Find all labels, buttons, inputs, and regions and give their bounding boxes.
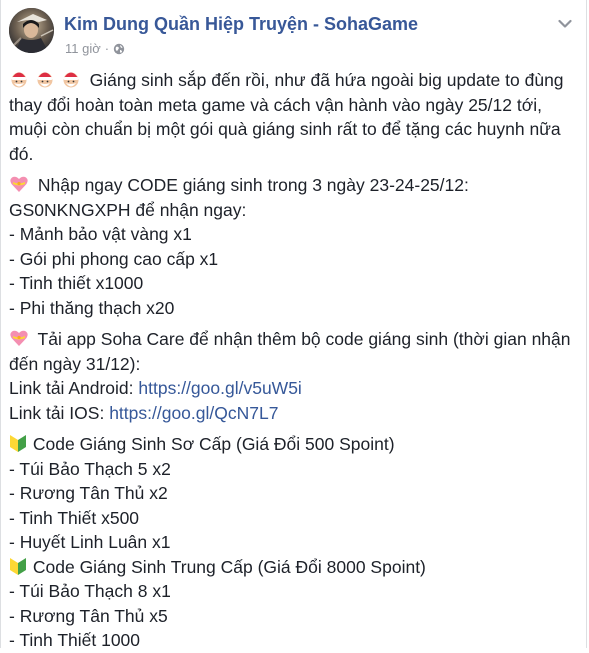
tier-title-text: Code Giáng Sinh Trung Cấp (Giá Đổi 8000 … [32, 556, 426, 577]
code-section-heading: Nhập ngay CODE giáng sinh trong 3 ngày 2… [9, 173, 579, 198]
app-heading-continued: đến ngày 31/12): [9, 353, 141, 374]
tier-item: - Tinh Thiết x500 [9, 507, 140, 528]
tier-item: - Túi Bảo Thạch 5 x2 [9, 458, 171, 479]
intro-line: thay đổi hoàn toàn meta game và cách vận… [9, 94, 542, 115]
heart-ribbon-icon [9, 174, 29, 201]
android-download-link[interactable]: https://goo.gl/v5uW5i [138, 378, 301, 398]
post-timestamp[interactable]: 11 giờ [65, 41, 101, 56]
santa-face-icon [61, 69, 81, 96]
tier-title: Code Giáng Sinh Sơ Cấp (Giá Đổi 500 Spoi… [9, 432, 579, 457]
intro-line: đó. [9, 143, 34, 164]
tier-title: Code Giáng Sinh Trung Cấp (Giá Đổi 8000 … [9, 555, 579, 580]
santa-face-icon [9, 69, 29, 96]
reward-item: - Phi thăng thạch x20 [9, 297, 175, 318]
ios-link-line: Link tải IOS: https://goo.gl/QcN7L7 [9, 401, 579, 426]
tier-item: - Túi Bảo Thạch 8 x1 [9, 581, 171, 601]
android-label: Link tải Android: [9, 378, 139, 398]
ios-download-link[interactable]: https://goo.gl/QcN7L7 [109, 403, 278, 423]
gift-code-line: GS0NKNGXPH để nhận ngay: [9, 199, 247, 220]
reward-item: - Mảnh bảo vật vàng x1 [9, 224, 192, 244]
ios-label: Link tải IOS: [9, 402, 110, 423]
globe-icon[interactable] [113, 43, 125, 55]
intro-text: Giáng sinh sắp đến rồi, như đã hứa ngoài… [89, 70, 564, 90]
tier-item: - Rương Tân Thủ x5 [9, 605, 168, 626]
tier-item: - Rương Tân Thủ x2 [9, 483, 168, 503]
page-avatar[interactable] [9, 8, 54, 53]
reward-item: - Gói phi phong cao cấp x1 [9, 248, 219, 269]
santa-face-icon [35, 69, 55, 96]
intro-line: Giáng sinh sắp đến rồi, như đã hứa ngoài… [9, 68, 579, 93]
android-link-line: Link tải Android: https://goo.gl/v5uW5i [9, 376, 579, 401]
reward-item: - Tinh thiết x1000 [9, 273, 144, 293]
heart-ribbon-icon [9, 328, 29, 355]
app-heading-text: Tải app Soha Care để nhận thêm bộ code g… [37, 329, 571, 349]
app-section-heading: Tải app Soha Care để nhận thêm bộ code g… [9, 327, 579, 352]
beginner-symbol-icon [9, 433, 27, 460]
post-header: Kim Dung Quần Hiệp Truyện - SohaGame 11 … [1, 0, 586, 68]
tier-item: - Huyết Linh Luân x1 [9, 532, 171, 552]
post-body: Giáng sinh sắp đến rồi, như đã hứa ngoài… [9, 68, 579, 653]
warrior-avatar-icon [9, 8, 54, 53]
code-heading-text: Nhập ngay CODE giáng sinh trong 3 ngày 2… [37, 175, 469, 195]
meta-separator: · [104, 41, 110, 56]
post-meta: 11 giờ · [65, 41, 125, 56]
chevron-down-icon[interactable] [558, 16, 572, 28]
tier-item: - Tinh Thiết 1000 [9, 630, 141, 650]
facebook-post: Kim Dung Quần Hiệp Truyện - SohaGame 11 … [0, 0, 587, 650]
page-name-link[interactable]: Kim Dung Quần Hiệp Truyện - SohaGame [64, 14, 418, 35]
intro-line: muội còn chuẩn bị một gói quà giáng sinh… [9, 119, 561, 139]
tier-title-text: Code Giáng Sinh Sơ Cấp (Giá Đổi 500 Spoi… [32, 434, 395, 454]
